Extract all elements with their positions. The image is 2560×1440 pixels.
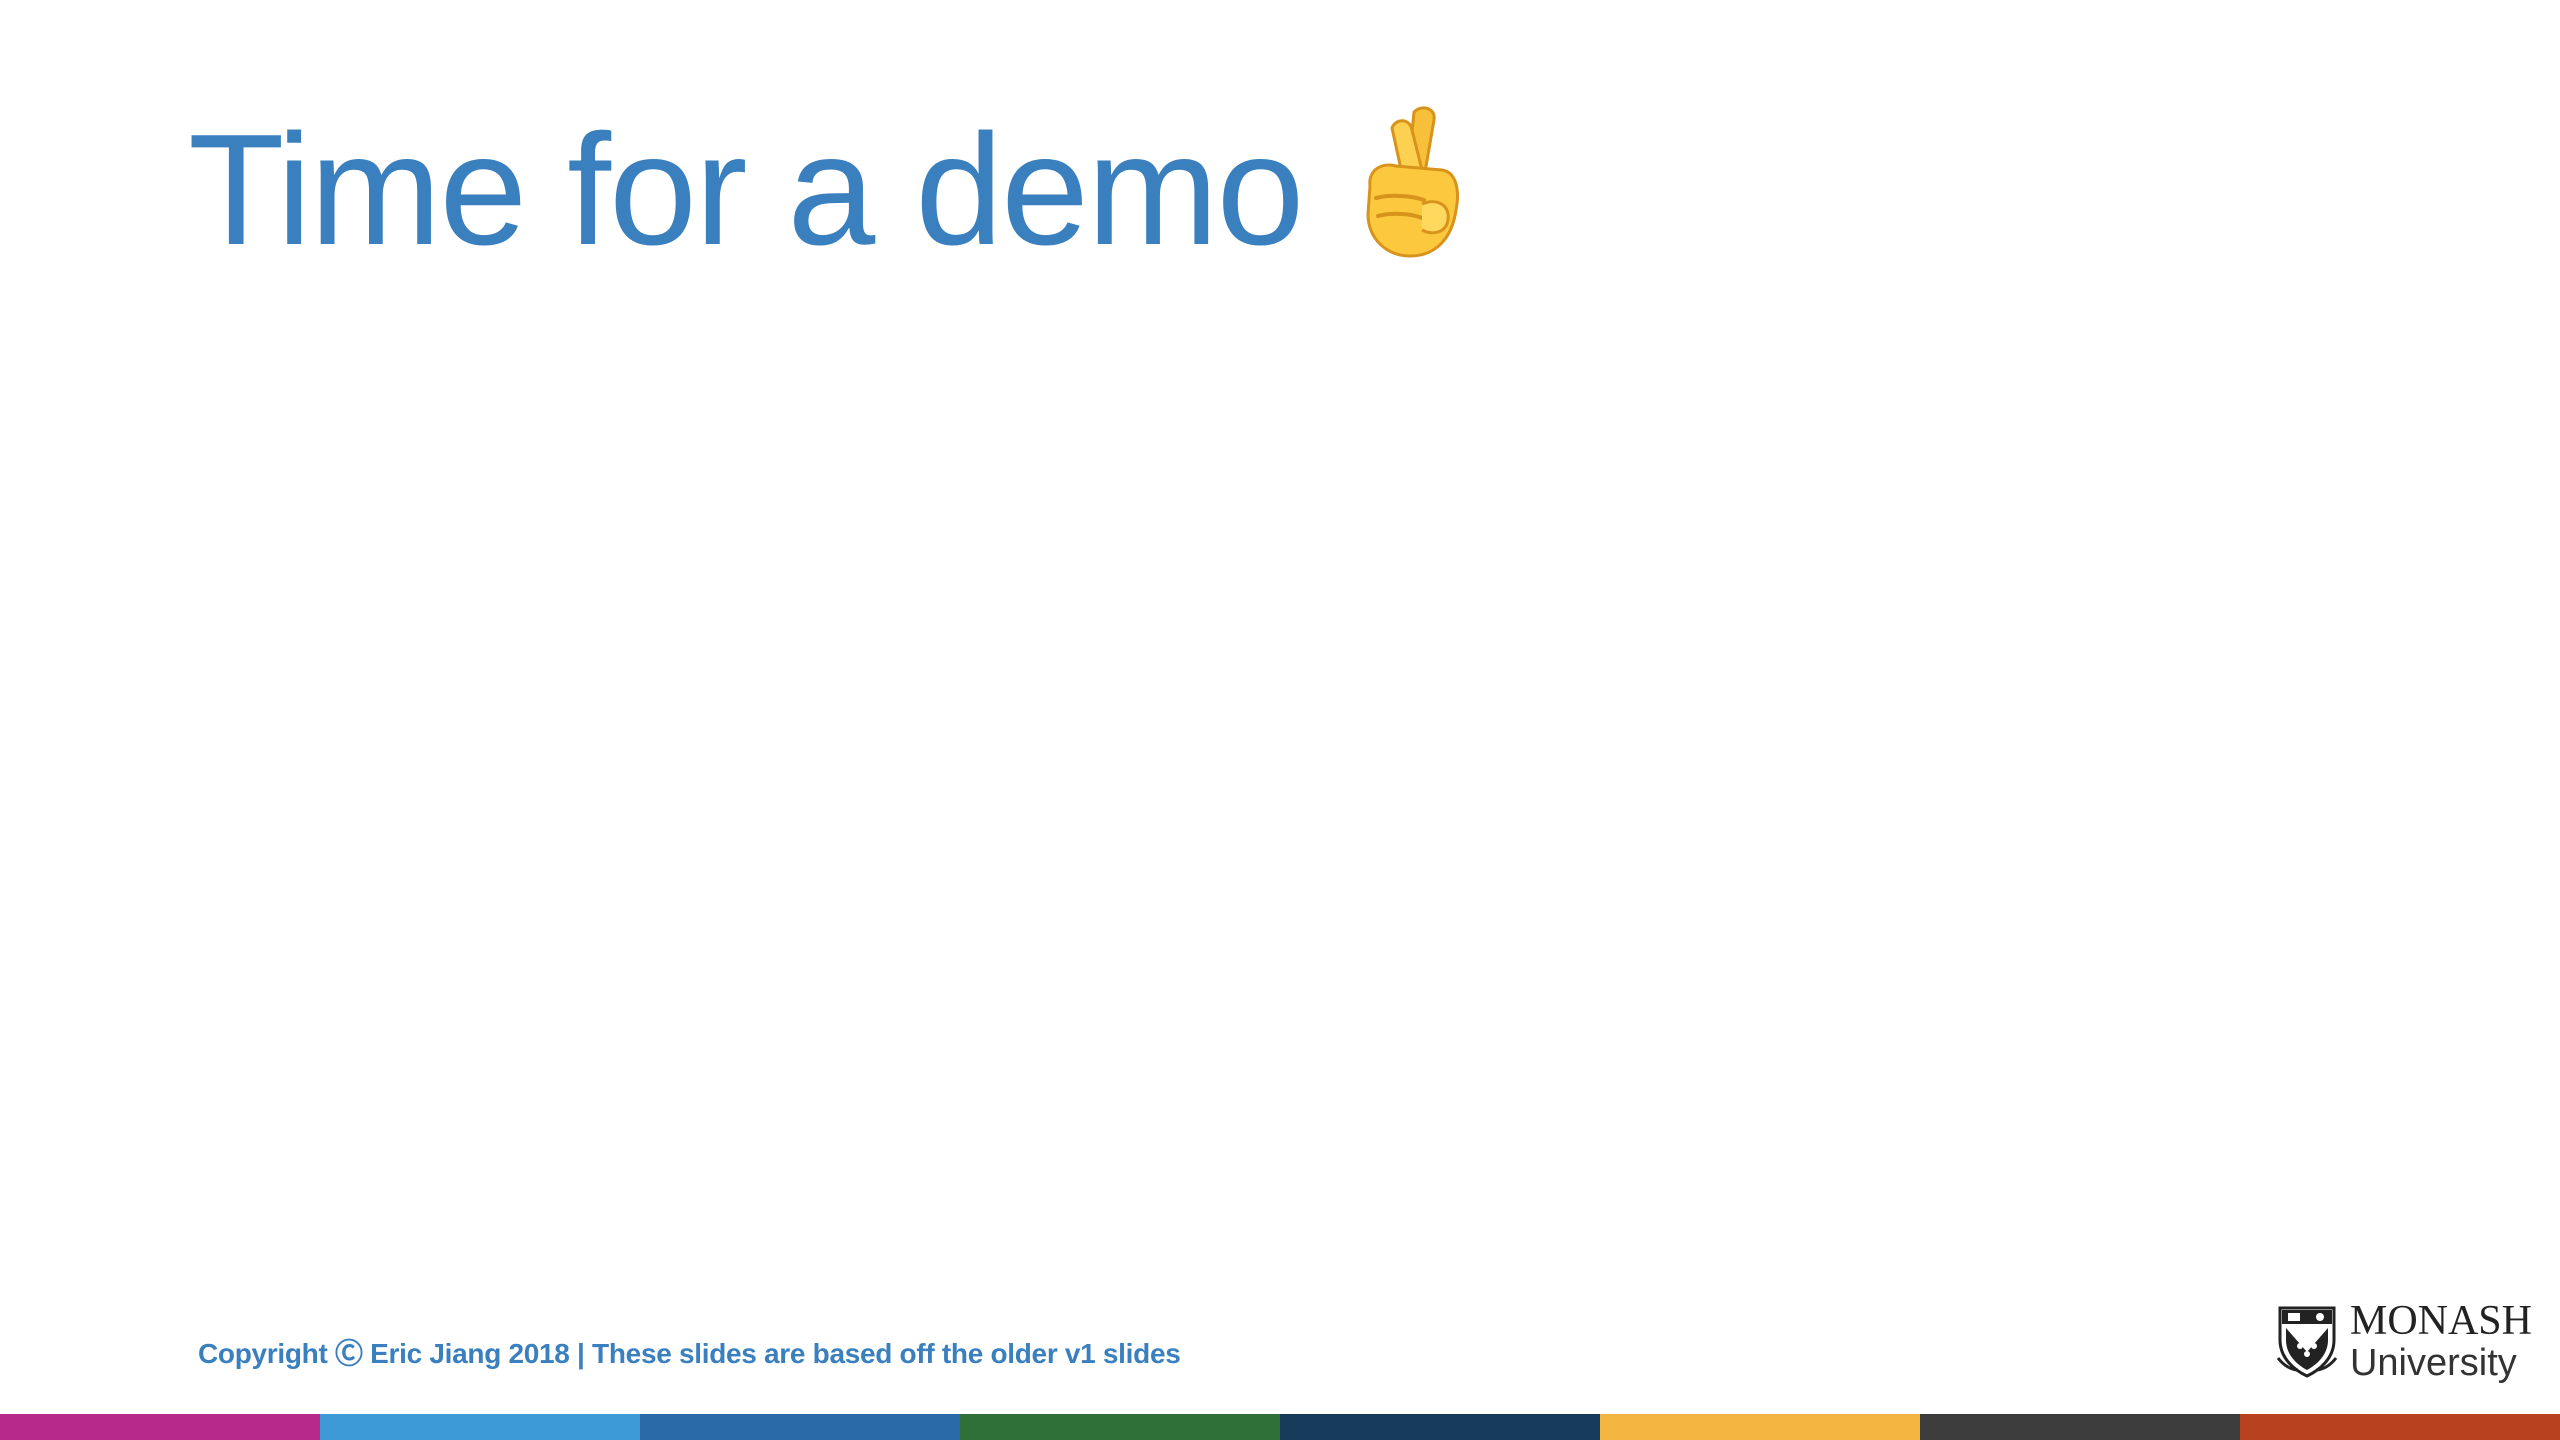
- stripe-segment: [1280, 1414, 1600, 1440]
- stripe-segment: [2240, 1414, 2560, 1440]
- title-row: Time for a demo: [188, 100, 1470, 280]
- logo-monash: MONASH: [2349, 1298, 2532, 1344]
- stripe-segment: [960, 1414, 1280, 1440]
- stripe-segment: [1920, 1414, 2240, 1440]
- stripe-segment: [0, 1414, 320, 1440]
- monash-crest-icon: [2276, 1306, 2338, 1378]
- stripe-segment: [320, 1414, 640, 1440]
- slide: Time for a demo Copyright Ⓒ Eric Jiang 2…: [0, 0, 2560, 1440]
- slide-title: Time for a demo: [188, 102, 1304, 278]
- monash-wordmark: MONASH University: [2350, 1300, 2532, 1382]
- logo-university: University: [2349, 1342, 2517, 1384]
- stripe-segment: [1600, 1414, 1920, 1440]
- color-stripe: [0, 1414, 2560, 1440]
- monash-logo: MONASH University: [2276, 1300, 2532, 1382]
- crossed-fingers-icon: [1366, 106, 1460, 258]
- copyright-footer: Copyright Ⓒ Eric Jiang 2018 | These slid…: [198, 1338, 1181, 1369]
- stripe-segment: [640, 1414, 960, 1440]
